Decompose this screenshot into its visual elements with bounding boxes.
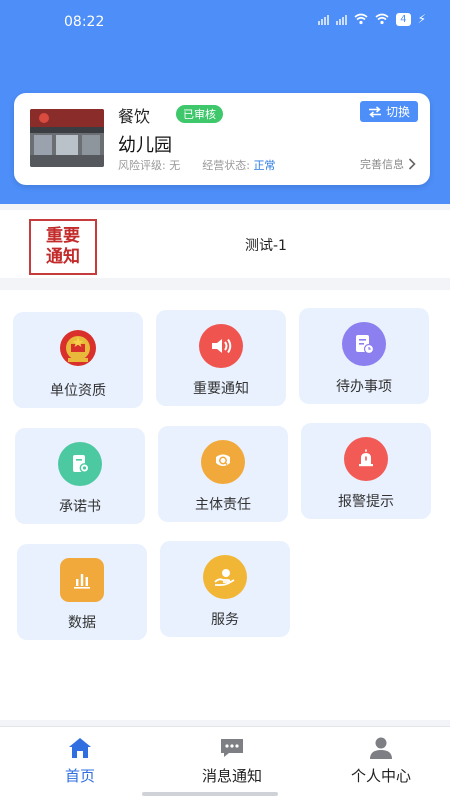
alarm-icon	[344, 437, 388, 481]
tile-label: 服务	[211, 612, 239, 628]
notice-text: 测试-1	[245, 238, 287, 254]
home-icon	[67, 735, 93, 761]
todo-document-icon	[342, 322, 386, 366]
status-bar: 08:22 4 ⚡	[0, 0, 450, 44]
function-grid: 单位资质 重要通知 待办事项 承诺书 主体责任 报警提示 数据 服务	[0, 290, 450, 720]
data-chart-icon	[60, 558, 104, 602]
nav-label: 首页	[64, 767, 95, 785]
tile-service[interactable]: 服务	[160, 541, 290, 637]
nav-item-messages[interactable]: 消息通知	[157, 727, 307, 801]
tile-commitment[interactable]: 承诺书	[15, 428, 145, 524]
unit-category: 餐饮	[118, 107, 151, 126]
logo-line-1: 重要	[46, 226, 80, 246]
risk-rating: 风险评级: 无	[118, 157, 180, 173]
unit-meta: 风险评级: 无 经营状态: 正常	[118, 157, 275, 173]
commitment-document-icon	[58, 442, 102, 486]
tile-alarm[interactable]: 报警提示	[301, 423, 431, 519]
status-icons: 4 ⚡	[318, 12, 426, 26]
switch-label: 切换	[385, 105, 410, 119]
status-label: 经营状态:	[202, 159, 250, 172]
battery-icon: 4	[396, 12, 411, 26]
home-indicator	[142, 792, 278, 796]
tile-label: 数据	[68, 615, 96, 631]
tile-unit-qualification[interactable]: 单位资质	[13, 312, 143, 408]
signal-icon-2	[336, 13, 348, 25]
important-notice-logo: 重要 通知	[29, 219, 97, 275]
unit-name: 幼儿园	[118, 135, 172, 156]
tile-data[interactable]: 数据	[17, 544, 147, 640]
charging-icon: ⚡	[417, 12, 426, 26]
complete-info-label: 完善信息	[360, 158, 404, 171]
tile-label: 主体责任	[195, 497, 251, 513]
nav-label: 个人中心	[350, 767, 411, 785]
chevron-right-icon	[408, 158, 416, 170]
speaker-icon	[199, 324, 243, 368]
signal-icon	[318, 13, 330, 25]
store-photo	[30, 109, 104, 167]
nav-label: 消息通知	[201, 767, 262, 785]
business-status: 经营状态: 正常	[202, 157, 275, 173]
tile-label: 承诺书	[59, 499, 101, 515]
switch-button[interactable]: 切换	[359, 101, 418, 122]
swap-icon	[368, 105, 381, 118]
message-icon	[219, 735, 245, 761]
wifi-icon-2	[375, 13, 389, 25]
complete-info-link[interactable]: 完善信息	[360, 156, 416, 172]
tile-label: 单位资质	[50, 383, 106, 399]
bottom-nav: 首页 消息通知 个人中心	[0, 726, 450, 801]
national-emblem-icon	[56, 326, 100, 370]
risk-value: 无	[169, 159, 181, 172]
nav-item-profile[interactable]: 个人中心	[306, 727, 450, 801]
status-value: 正常	[253, 159, 276, 172]
responsibility-icon	[201, 440, 245, 484]
service-icon	[203, 555, 247, 599]
risk-label: 风险评级:	[118, 159, 166, 172]
wifi-icon	[354, 13, 368, 25]
tile-todo[interactable]: 待办事项	[299, 308, 429, 404]
tile-label: 报警提示	[338, 494, 394, 510]
tile-label: 重要通知	[193, 381, 249, 397]
status-time: 08:22	[64, 14, 105, 30]
notice-banner[interactable]: 重要 通知 测试-1	[0, 210, 450, 278]
logo-line-2: 通知	[46, 247, 80, 267]
tile-important-notice[interactable]: 重要通知	[156, 310, 286, 406]
user-icon	[368, 735, 394, 761]
status-badge: 已审核	[176, 105, 223, 123]
nav-item-home[interactable]: 首页	[5, 727, 155, 801]
tile-main-responsibility[interactable]: 主体责任	[158, 426, 288, 522]
tile-label: 待办事项	[336, 379, 392, 395]
unit-card[interactable]: 餐饮 已审核 切换 幼儿园 风险评级: 无 经营状态: 正常 完善信息	[14, 93, 430, 185]
